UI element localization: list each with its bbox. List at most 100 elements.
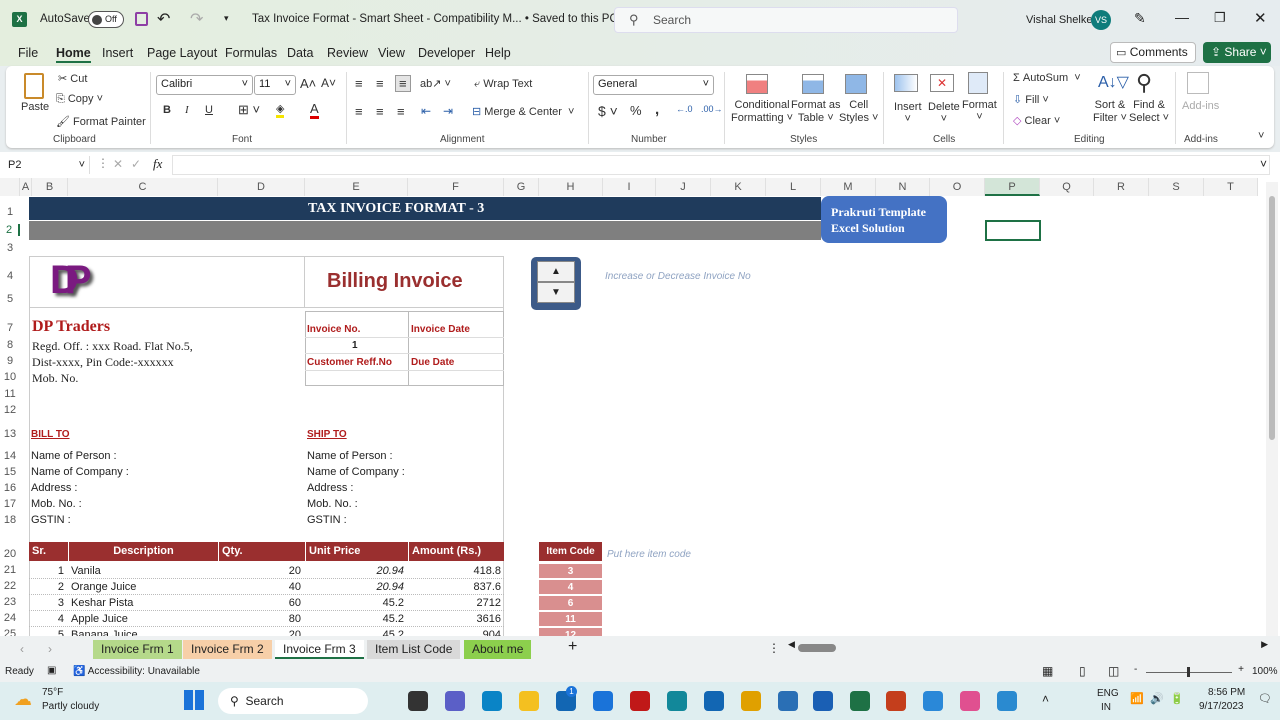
paste-button[interactable]: Paste [21, 101, 49, 113]
menu-insert[interactable]: Insert [102, 46, 133, 60]
column-header-d[interactable]: D [218, 178, 305, 196]
close-button[interactable]: ✕ [1254, 9, 1267, 27]
menu-file[interactable]: File [18, 46, 38, 60]
word-icon[interactable] [813, 691, 833, 711]
increase-decimal-icon[interactable]: ←.0 [676, 104, 693, 114]
powerpoint-icon[interactable] [886, 691, 906, 711]
chrome-icon[interactable] [741, 691, 761, 711]
align-top-icon[interactable]: ≡ [355, 76, 363, 91]
row-header[interactable]: 11 [0, 388, 20, 400]
row-header[interactable]: 7 [0, 322, 20, 334]
tabs-options-icon[interactable]: ⋮ [768, 641, 780, 655]
invoice-date-value[interactable] [409, 338, 503, 353]
spinner-down-button[interactable]: ▼ [537, 282, 575, 303]
column-header-t[interactable]: T [1204, 178, 1258, 196]
invoice-spinner[interactable]: ▲ ▼ [531, 257, 581, 310]
column-header-m[interactable]: M [821, 178, 876, 196]
italic-button[interactable]: I [185, 104, 189, 116]
row-header[interactable]: 16 [0, 482, 20, 494]
column-header-e[interactable]: E [305, 178, 408, 196]
column-header-s[interactable]: S [1149, 178, 1204, 196]
clock-time[interactable]: 8:56 PM [1208, 687, 1245, 698]
autosave-toggle[interactable]: Off [88, 11, 124, 28]
avatar[interactable]: VS [1091, 10, 1111, 30]
column-header-r[interactable]: R [1094, 178, 1149, 196]
cell-styles-button[interactable]: Cell Styles ˅ [839, 99, 878, 125]
menu-developer[interactable]: Developer [418, 46, 475, 60]
weather-temp[interactable]: 75°F [42, 687, 63, 698]
column-header-k[interactable]: K [711, 178, 766, 196]
enter-icon[interactable]: ✓ [131, 157, 141, 171]
align-middle-icon[interactable]: ≡ [376, 76, 384, 91]
format-as-table-button[interactable]: Format as Table ˅ [791, 99, 841, 125]
minimize-button[interactable]: — [1175, 9, 1189, 25]
row-header[interactable]: 13 [0, 428, 20, 440]
sheet-tab[interactable]: Invoice Frm 2 [183, 640, 272, 659]
column-header-g[interactable]: G [504, 178, 539, 196]
font-size-select[interactable]: 11 ˅ [254, 75, 296, 95]
lang-2[interactable]: IN [1101, 702, 1111, 713]
table-row[interactable]: 3 Keshar Pista 60 45.2 2712 [29, 595, 504, 611]
notifications-icon[interactable]: 🗨 [1258, 692, 1272, 705]
table-row[interactable]: 4 Apple Juice 80 45.2 3616 [29, 611, 504, 627]
menu-page-layout[interactable]: Page Layout [147, 46, 217, 60]
number-format-select[interactable]: General ˅ [593, 75, 714, 95]
windows-start-icon[interactable] [184, 690, 204, 710]
mcafee-icon[interactable] [630, 691, 650, 711]
align-center-icon[interactable]: ≡ [376, 104, 384, 119]
zoom-level[interactable]: 100% [1252, 666, 1278, 677]
align-bottom-icon[interactable]: ≡ [395, 75, 411, 92]
column-header-l[interactable]: L [766, 178, 821, 196]
item-code-cell[interactable]: 6 [539, 596, 602, 611]
format-painter-button[interactable]: 🖌 Format Painter [56, 115, 146, 128]
column-header-f[interactable]: F [408, 178, 504, 196]
column-header-n[interactable]: N [876, 178, 930, 196]
row-header[interactable]: 22 [0, 580, 20, 592]
column-header-h[interactable]: H [539, 178, 603, 196]
font-name-select[interactable]: Calibri ˅ [156, 75, 253, 95]
row-header[interactable]: 24 [0, 612, 20, 624]
insert-cells-button[interactable]: Insert ˅ [894, 101, 922, 125]
file-icon[interactable] [408, 691, 428, 711]
weather-icon[interactable]: ☁ [14, 689, 32, 710]
sort-filter-button[interactable]: Sort & Filter ˅ [1093, 99, 1127, 125]
increase-font-icon[interactable]: A˄ [300, 76, 316, 91]
row-header[interactable]: 12 [0, 404, 20, 416]
formula-input[interactable] [172, 155, 1270, 175]
row-header[interactable]: 23 [0, 596, 20, 608]
next-sheet-icon[interactable]: › [48, 642, 52, 656]
brand-badge[interactable]: Prakruti Template Excel Solution [821, 196, 947, 243]
menu-formulas[interactable]: Formulas [225, 46, 277, 60]
add-ins-button[interactable]: Add-ins [1182, 100, 1219, 112]
edge-icon[interactable] [482, 691, 502, 711]
sheet-tab[interactable]: Invoice Frm 1 [93, 640, 182, 659]
remote-icon[interactable] [997, 691, 1017, 711]
normal-view-icon[interactable]: ▦ [1042, 664, 1053, 678]
menu-data[interactable]: Data [287, 46, 313, 60]
item-code-cell[interactable]: 11 [539, 612, 602, 627]
snipping-icon[interactable] [960, 691, 980, 711]
app-l-icon[interactable] [593, 691, 613, 711]
align-right-icon[interactable]: ≡ [397, 104, 405, 119]
find-select-button[interactable]: Find & Select ˅ [1129, 99, 1169, 125]
row-header[interactable]: 17 [0, 498, 20, 510]
decrease-decimal-icon[interactable]: .00→ [701, 104, 723, 114]
row-header[interactable]: 21 [0, 564, 20, 576]
mail-icon[interactable] [704, 691, 724, 711]
fill-button[interactable]: ⇩ Fill ˅ [1013, 93, 1049, 106]
vertical-scrollbar[interactable] [1266, 182, 1278, 636]
underline-button[interactable]: U [205, 104, 213, 116]
table-row[interactable]: 5 Banana Juice 20 45.2 904 [29, 627, 504, 636]
clock-date[interactable]: 9/17/2023 [1199, 701, 1244, 712]
table-row[interactable]: 2 Orange Juice 40 20.94 837.6 [29, 579, 504, 595]
volume-icon[interactable]: 🔊 [1150, 692, 1164, 705]
autosum-button[interactable]: Σ AutoSum ˅ [1013, 72, 1081, 84]
notepad-icon[interactable] [778, 691, 798, 711]
bold-button[interactable]: B [163, 104, 171, 116]
save-icon[interactable] [135, 12, 148, 26]
column-header-j[interactable]: J [656, 178, 711, 196]
spinner-up-button[interactable]: ▲ [537, 261, 575, 282]
formula-menu-icon[interactable]: ⋮ [97, 156, 109, 170]
comma-icon[interactable]: , [655, 101, 659, 118]
accessibility-status[interactable]: ♿ Accessibility: Unavailable [73, 666, 200, 677]
